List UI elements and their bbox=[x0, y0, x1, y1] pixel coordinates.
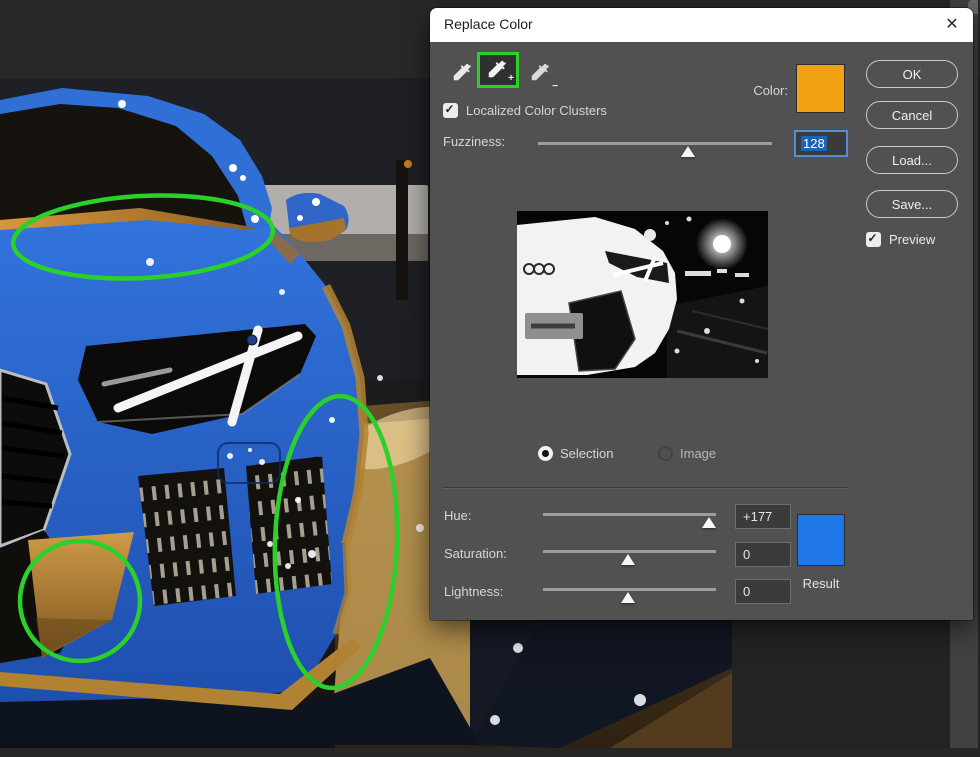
minus-badge: − bbox=[552, 81, 558, 92]
lightness-label: Lightness: bbox=[444, 584, 503, 599]
hue-label: Hue: bbox=[444, 508, 471, 523]
result-swatch[interactable] bbox=[797, 514, 845, 566]
lightness-slider-track[interactable] bbox=[543, 588, 716, 591]
localized-clusters-label: Localized Color Clusters bbox=[466, 103, 607, 118]
hue-slider-track[interactable] bbox=[543, 513, 716, 516]
photoshop-canvas: Replace Color ✕ + − Localized Color Clus… bbox=[0, 0, 980, 757]
lightness-slider-thumb[interactable] bbox=[621, 592, 635, 603]
eyedropper-add-tool[interactable]: + bbox=[477, 52, 519, 88]
hue-value: +177 bbox=[743, 509, 772, 524]
hue-slider-thumb[interactable] bbox=[702, 517, 716, 528]
preview-label: Preview bbox=[889, 232, 935, 247]
saturation-slider-thumb[interactable] bbox=[621, 554, 635, 565]
fuzziness-slider[interactable] bbox=[538, 140, 772, 158]
preview-thumbnail bbox=[517, 211, 768, 378]
replace-color-dialog: Replace Color ✕ + − Localized Color Clus… bbox=[430, 8, 973, 620]
dialog-title: Replace Color bbox=[444, 16, 533, 32]
fuzziness-value: 128 bbox=[801, 136, 827, 151]
lightness-input[interactable]: 0 bbox=[735, 579, 791, 604]
plus-badge: + bbox=[508, 73, 514, 84]
hue-slider[interactable] bbox=[543, 511, 716, 529]
eyedropper-minus-icon bbox=[529, 61, 551, 83]
save-button[interactable]: Save... bbox=[866, 190, 958, 218]
lightness-value: 0 bbox=[743, 584, 750, 599]
image-radio[interactable] bbox=[658, 446, 673, 461]
eyedropper-subtract-tool[interactable]: − bbox=[524, 55, 560, 93]
localized-clusters-checkbox[interactable] bbox=[443, 103, 458, 118]
cancel-button[interactable]: Cancel bbox=[866, 101, 958, 129]
load-button[interactable]: Load... bbox=[866, 146, 958, 174]
selection-radio[interactable] bbox=[538, 446, 553, 461]
hue-input[interactable]: +177 bbox=[735, 504, 791, 529]
eyedropper-icon bbox=[451, 61, 473, 83]
saturation-slider-track[interactable] bbox=[543, 550, 716, 553]
ok-button[interactable]: OK bbox=[866, 60, 958, 88]
saturation-label: Saturation: bbox=[444, 546, 507, 561]
fuzziness-input[interactable]: 128 bbox=[794, 130, 848, 157]
image-radio-label: Image bbox=[680, 446, 716, 461]
preview-checkbox[interactable] bbox=[866, 232, 881, 247]
dialog-titlebar[interactable]: Replace Color ✕ bbox=[430, 8, 973, 42]
eyedropper-plus-icon bbox=[486, 58, 508, 80]
color-swatch[interactable] bbox=[796, 64, 845, 113]
saturation-input[interactable]: 0 bbox=[735, 542, 791, 567]
selection-radio-label: Selection bbox=[560, 446, 613, 461]
saturation-value: 0 bbox=[743, 547, 750, 562]
fuzziness-slider-track[interactable] bbox=[538, 142, 772, 145]
fuzziness-slider-thumb[interactable] bbox=[681, 146, 695, 157]
saturation-slider[interactable] bbox=[543, 548, 716, 566]
color-label: Color: bbox=[730, 83, 788, 98]
lightness-slider[interactable] bbox=[543, 586, 716, 604]
canvas-bottom-area bbox=[0, 748, 980, 757]
close-icon[interactable]: ✕ bbox=[941, 14, 963, 36]
result-label: Result bbox=[797, 576, 845, 591]
fuzziness-label: Fuzziness: bbox=[443, 134, 505, 149]
section-divider bbox=[443, 487, 848, 489]
